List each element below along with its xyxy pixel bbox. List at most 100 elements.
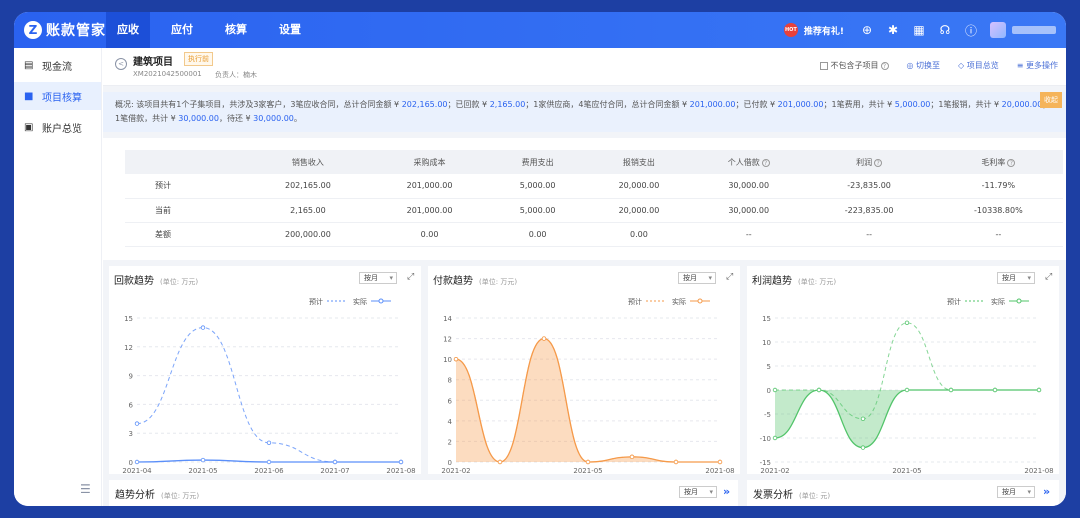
- project-summary: 概况: 该项目共有1个子集项目，共涉及3家客户，3笔应收合同，总计合同金额 ¥ …: [103, 92, 1066, 132]
- exclude-subprojects-toggle[interactable]: 不包含子项目?: [819, 60, 889, 71]
- table-cell: 2,165.00: [247, 198, 369, 223]
- summary-value: 202,165.00: [401, 100, 448, 109]
- column-header: 销售收入: [247, 150, 369, 174]
- bottom-row: 趋势分析 (单位: 万元) 按月 » 发票分析 (单位: 元) 按月 »: [103, 480, 1066, 506]
- expand-icon[interactable]: ⤢: [1045, 272, 1052, 282]
- expand-icon[interactable]: ⤢: [407, 272, 414, 282]
- period-select[interactable]: 按月: [997, 486, 1035, 498]
- checkbox-icon[interactable]: [819, 61, 828, 70]
- chart-unit: (单位: 万元): [160, 278, 199, 286]
- x-tick-label: 2021-05: [573, 467, 602, 474]
- headset-icon[interactable]: ☊: [932, 23, 958, 37]
- period-select[interactable]: 按月: [679, 486, 717, 498]
- help-icon[interactable]: ?: [1007, 158, 1016, 167]
- referral-link[interactable]: 推荐有礼!: [804, 24, 844, 37]
- profit-trend-chart: 预计 实际 15 10 5 0 -5 -10 -152021-02 2021-05 2021-08: [760, 297, 1054, 474]
- series-area-actual: [775, 390, 1039, 448]
- legend-actual-marker: [378, 298, 384, 304]
- series-point-actual: [332, 459, 338, 465]
- chart-unit: (单位: 万元): [479, 278, 518, 286]
- user-name-blurred[interactable]: [1012, 26, 1056, 34]
- y-tick-label: -5: [764, 411, 771, 419]
- table-cell: -11.79%: [933, 174, 1063, 199]
- app-logo[interactable]: Z 账款管家: [24, 20, 106, 40]
- sidebar-item-project[interactable]: ■ 项目核算: [14, 82, 101, 110]
- y-tick-label: 12: [443, 336, 452, 344]
- nav-tab-receivable[interactable]: 应收: [106, 12, 150, 48]
- x-tick-label: 2021-07: [320, 467, 349, 474]
- back-arrow-icon[interactable]: <: [115, 58, 127, 70]
- collapse-tag[interactable]: 收起: [1040, 92, 1062, 108]
- y-tick-label: 14: [443, 315, 452, 323]
- series-point-plan: [904, 320, 910, 325]
- overview-button[interactable]: ◇ 项目总览: [958, 60, 999, 71]
- sidebar: ▤ 现金流 ■ 项目核算 ▣ 账户总览 ☰: [14, 48, 102, 506]
- logo-icon: Z: [24, 21, 42, 39]
- x-tick-label: 2021-08: [705, 467, 734, 474]
- column-header-label: 个人借款: [727, 157, 760, 167]
- apps-icon[interactable]: ▦: [906, 23, 932, 37]
- top-actions: HOT 推荐有礼! ⊕ ✱ ▦ ☊ ⓘ: [783, 12, 1056, 48]
- more-actions-button[interactable]: ≡ 更多操作: [1017, 60, 1058, 71]
- main-nav: 应收 应付 核算 设置: [106, 12, 322, 48]
- series-point-actual: [398, 459, 404, 465]
- summary-text: ；1家供应商，4笔应付合同，总计合同金额 ¥: [525, 100, 690, 109]
- nav-tab-settings[interactable]: 设置: [268, 12, 312, 48]
- series-line-actual: [774, 389, 1039, 449]
- help-icon[interactable]: ?: [874, 158, 883, 167]
- chart-title: 利润趋势 (单位: 万元): [752, 272, 836, 287]
- series-point-actual: [860, 445, 866, 450]
- table-cell: 0.00: [490, 222, 585, 247]
- collection-trend-chart: 预计 实际 15 12 9 6 3 02021-04 2021-05 2021-06 2021-07…: [122, 297, 415, 474]
- project-code: XM2021042500001: [133, 70, 202, 78]
- plus-circle-icon[interactable]: ⊕: [854, 23, 880, 37]
- sidebar-item-cashflow[interactable]: ▤ 现金流: [14, 51, 101, 79]
- project-owner: 负责人：楠木: [215, 71, 257, 79]
- invoice-analysis-title: 发票分析 (单位: 元): [753, 486, 830, 501]
- switch-label: 切换至: [916, 61, 941, 70]
- chart-title: 付款趋势 (单位: 万元): [433, 272, 517, 287]
- column-header: [125, 150, 248, 174]
- help-icon[interactable]: ?: [761, 158, 770, 167]
- help-icon[interactable]: ⓘ: [958, 22, 984, 39]
- more-chevron-icon[interactable]: »: [723, 485, 730, 498]
- summary-text: 概况: 该项目共有1个子集项目，共涉及3家客户，3笔应收合同，总计合同金额 ¥: [115, 100, 402, 109]
- series-point-actual: [1036, 387, 1042, 393]
- switch-button[interactable]: ◎ 切换至: [907, 60, 941, 71]
- legend-actual-marker: [1016, 298, 1022, 304]
- period-select[interactable]: 按月: [678, 272, 716, 284]
- more-chevron-icon[interactable]: »: [1043, 485, 1050, 498]
- invoice-analysis-title-text: 发票分析: [753, 490, 793, 501]
- invoice-analysis-card: 发票分析 (单位: 元) 按月 »: [747, 480, 1059, 506]
- summary-value: 30,000.00: [253, 114, 294, 123]
- sidebar-item-accounts[interactable]: ▣ 账户总览: [14, 113, 101, 141]
- expand-icon[interactable]: ⤢: [726, 272, 733, 282]
- nav-tab-accounting[interactable]: 核算: [214, 12, 258, 48]
- chart-unit: (单位: 万元): [798, 278, 837, 286]
- app-name: 账款管家: [46, 23, 106, 39]
- column-header-label: 利润: [856, 157, 873, 167]
- legend-label: 预计: [947, 297, 961, 306]
- column-header: 费用支出: [490, 150, 585, 174]
- avatar[interactable]: [990, 22, 1006, 38]
- x-tick-label: 2021-08: [386, 467, 415, 474]
- bug-icon[interactable]: ✱: [880, 23, 906, 37]
- trend-analysis-title: 趋势分析 (单位: 万元): [115, 486, 199, 501]
- period-select[interactable]: 按月: [997, 272, 1035, 284]
- collapse-menu-icon[interactable]: ☰: [80, 482, 91, 496]
- period-select[interactable]: 按月: [359, 272, 397, 284]
- y-tick-label: 5: [767, 363, 771, 371]
- account-icon: ▣: [24, 121, 34, 133]
- more-label: 更多操作: [1026, 61, 1058, 70]
- column-header: 采购成本: [368, 150, 491, 174]
- nav-tab-payable[interactable]: 应付: [160, 12, 204, 48]
- legend-label: 实际: [991, 297, 1005, 306]
- x-tick-label: 2021-05: [188, 467, 217, 474]
- chart-title: 回款趋势 (单位: 万元): [114, 272, 198, 287]
- table-row: 当前 2,165.00 201,000.00 5,000.00 20,000.0…: [125, 198, 1063, 223]
- y-tick-label: 4: [448, 418, 453, 426]
- y-tick-label: 2: [448, 438, 452, 446]
- table-header-row: 销售收入 采购成本 费用支出 报销支出 个人借款? 利润? 毛利率?: [125, 150, 1063, 174]
- payment-trend-chart: 预计 实际 14 12 10 8 6 4 2 02021-02 2021-05 2021-08: [441, 297, 734, 474]
- legend-label: 预计: [628, 297, 642, 306]
